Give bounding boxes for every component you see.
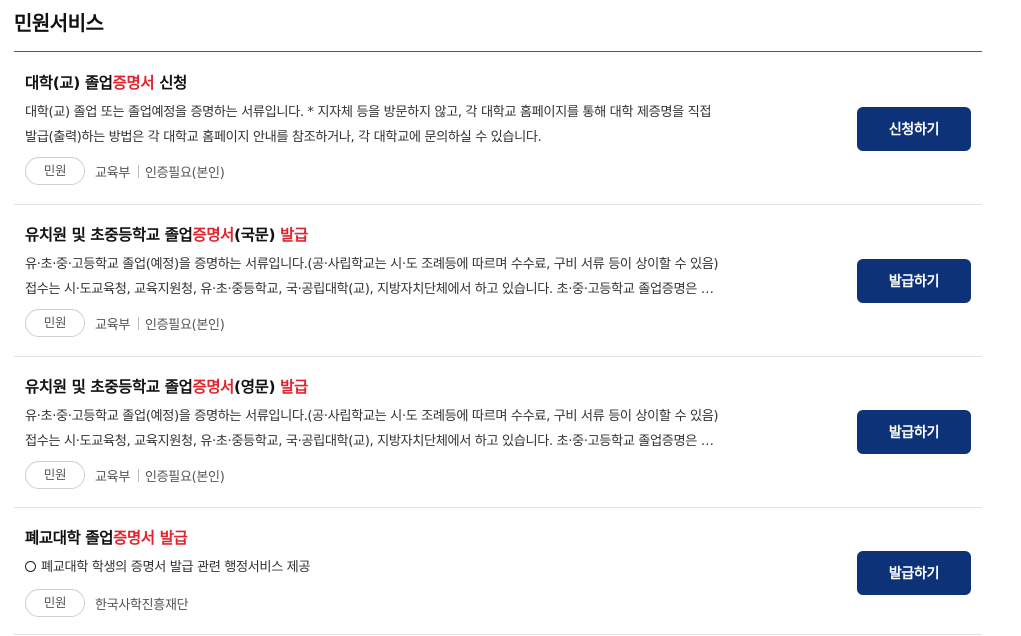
category-badge: 민원	[25, 309, 85, 337]
item-title-text: 폐교대학 졸업	[25, 529, 114, 547]
item-meta: 민원 교육부 인증필요(본인)	[25, 461, 225, 489]
item-title-text: (영문)	[234, 378, 281, 396]
auth-requirement: 인증필요(본인)	[144, 317, 225, 333]
item-title-link[interactable]: 폐교대학 졸업증명서 발급	[25, 526, 188, 550]
list-item: 폐교대학 졸업증명서 발급 폐교대학 학생의 증명서 발급 관련 행정서비스 제…	[14, 508, 982, 635]
list-item: 유치원 및 초중등학교 졸업증명서(영문) 발급 유·초·중·고등학교 졸업(예…	[14, 357, 982, 508]
item-description: 유·초·중·고등학교 졸업(예정)을 증명하는 서류입니다.(공·사립학교는 시…	[25, 404, 843, 454]
category-badge: 민원	[25, 589, 85, 617]
category-badge: 민원	[25, 461, 85, 489]
item-title-highlight: 발급	[280, 378, 308, 396]
circle-bullet-icon	[25, 561, 36, 572]
category-badge: 민원	[25, 157, 85, 185]
item-title-text: (국문)	[234, 226, 281, 244]
item-description: 폐교대학 학생의 증명서 발급 관련 행정서비스 제공	[25, 555, 843, 580]
item-meta: 민원 한국사학진흥재단	[25, 589, 189, 617]
item-description-line: 대학(교) 졸업 또는 졸업예정을 증명하는 서류입니다. * 지자체 등을 방…	[25, 105, 712, 120]
item-description-line: 폐교대학 학생의 증명서 발급 관련 행정서비스 제공	[25, 555, 843, 580]
item-description-text: 폐교대학 학생의 증명서 발급 관련 행정서비스 제공	[41, 560, 311, 575]
auth-requirement: 인증필요(본인)	[144, 469, 225, 485]
item-description-line: 유·초·중·고등학교 졸업(예정)을 증명하는 서류입니다.(공·사립학교는 시…	[25, 257, 719, 272]
item-title-highlight: 발급	[280, 226, 308, 244]
item-title-text: 유치원 및 초중등학교 졸업	[25, 226, 193, 244]
section-title: 민원서비스	[14, 11, 104, 35]
auth-requirement: 인증필요(본인)	[144, 165, 225, 181]
item-title-link[interactable]: 대학(교) 졸업증명서 신청	[25, 71, 187, 95]
item-description-line: 접수는 시·도교육청, 교육지원청, 유·초·중등학교, 국·공립대학(교), …	[25, 434, 714, 449]
meta-divider	[137, 316, 139, 330]
item-description: 대학(교) 졸업 또는 졸업예정을 증명하는 서류입니다. * 지자체 등을 방…	[25, 100, 843, 150]
agency-label: 한국사학진흥재단	[95, 597, 189, 613]
agency-label: 교육부	[95, 165, 130, 181]
item-title-text: 신청	[154, 74, 187, 92]
issue-button[interactable]: 발급하기	[857, 410, 971, 454]
item-description: 유·초·중·고등학교 졸업(예정)을 증명하는 서류입니다.(공·사립학교는 시…	[25, 252, 843, 302]
item-description-line: 발급(출력)하는 방법은 각 대학교 홈페이지 안내를 참조하거나, 각 대학교…	[25, 130, 542, 145]
service-list: 대학(교) 졸업증명서 신청 대학(교) 졸업 또는 졸업예정을 증명하는 서류…	[14, 53, 982, 635]
item-title-link[interactable]: 유치원 및 초중등학교 졸업증명서(국문) 발급	[25, 223, 308, 247]
issue-button[interactable]: 발급하기	[857, 551, 971, 595]
item-meta: 민원 교육부 인증필요(본인)	[25, 309, 225, 337]
item-title-text: 유치원 및 초중등학교 졸업	[25, 378, 193, 396]
meta-divider	[137, 468, 139, 482]
item-description-line: 접수는 시·도교육청, 교육지원청, 유·초·중등학교, 국·공립대학(교), …	[25, 282, 714, 297]
item-title-highlight: 증명서	[192, 378, 235, 396]
agency-label: 교육부	[95, 317, 130, 333]
item-description-line: 유·초·중·고등학교 졸업(예정)을 증명하는 서류입니다.(공·사립학교는 시…	[25, 409, 719, 424]
apply-button[interactable]: 신청하기	[857, 107, 971, 151]
agency-label: 교육부	[95, 469, 130, 485]
issue-button[interactable]: 발급하기	[857, 259, 971, 303]
section-header: 민원서비스	[14, 8, 982, 52]
item-title-highlight: 증명서 발급	[113, 529, 188, 547]
item-meta: 민원 교육부 인증필요(본인)	[25, 157, 225, 185]
item-title-text: 대학(교) 졸업	[25, 74, 113, 92]
item-title-link[interactable]: 유치원 및 초중등학교 졸업증명서(영문) 발급	[25, 375, 308, 399]
meta-divider	[137, 164, 139, 178]
item-title-highlight: 증명서	[192, 226, 235, 244]
list-item: 대학(교) 졸업증명서 신청 대학(교) 졸업 또는 졸업예정을 증명하는 서류…	[14, 53, 982, 205]
item-title-highlight: 증명서	[112, 74, 155, 92]
list-item: 유치원 및 초중등학교 졸업증명서(국문) 발급 유·초·중·고등학교 졸업(예…	[14, 205, 982, 357]
